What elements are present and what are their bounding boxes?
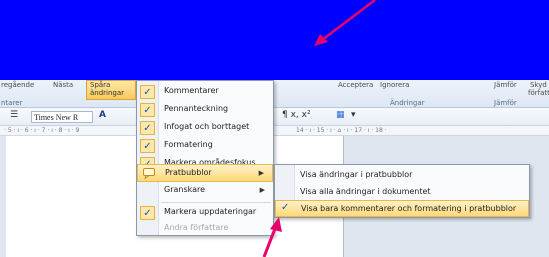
menu-item-label: Pratbubblor [165,168,212,177]
menu-item-kommentarer[interactable]: ✓ Kommentarer [137,83,273,101]
menu-item-label: Formatering [164,140,213,149]
submenu-item-show-all-inline[interactable]: Visa alla ändringar i dokumentet [275,184,529,201]
paragraph-marks-label[interactable]: ¶ x, x² [282,110,311,120]
track-changes-label-2: ändringar [90,89,125,97]
submenu-arrow-icon: ▶ [258,169,264,177]
submenu-arrow-icon: ▶ [259,186,265,194]
track-changes-label-1: Spåra [90,81,111,89]
check-icon: ✓ [140,121,155,135]
menu-item-label: Granskare [164,185,206,194]
protect-button[interactable]: Skyd [530,81,547,89]
reject-button[interactable]: Ignorera [380,81,409,89]
track-changes-button[interactable]: Spåra ändringar [86,80,136,100]
ruler-ticks-right: 14 · ı · 15 · ı · ⌂ · ı · 17 · ı · 18 · [296,127,387,134]
check-icon: ✓ [281,202,290,213]
accept-button[interactable]: Acceptera [338,81,373,89]
menu-item-formatering[interactable]: ✓ Formatering [137,137,273,155]
menu-item-pennanteckning[interactable]: ✓ Pennanteckning [137,101,273,119]
blue-overlay-band [0,0,549,80]
menu-item-label: Kommentarer [164,86,219,95]
toolbar-dropdown-icon[interactable]: ▾ [351,110,356,120]
protect-author-label: författ [528,89,549,97]
balloon-icon [143,168,155,179]
track-changes-menu: ✓ Kommentarer ✓ Pennanteckning ✓ Infogat… [136,80,274,236]
submenu-item-label: Visa bara kommentarer och formatering i … [301,204,517,213]
styles-icon[interactable]: ▦ [336,110,345,120]
font-color-icon[interactable]: A [99,110,106,120]
ruler [0,126,549,136]
menu-separator [161,202,271,203]
submenu-item-show-revisions-in-balloons[interactable]: Visa ändringar i pratbubblor [275,167,529,184]
menu-item-label: Andra författare [164,223,229,232]
previous-label[interactable]: regående [1,81,34,89]
menu-item-andra-forfattare: Andra författare [137,220,273,238]
menu-item-label: Infogat och borttaget [164,122,250,131]
submenu-item-comments-formatting-only[interactable]: ✓ Visa bara kommentarer och formatering … [275,200,529,217]
compare-button[interactable]: Jämför [494,81,517,89]
check-icon: ✓ [140,103,155,117]
check-icon: ✓ [140,206,155,220]
check-icon: ✓ [140,85,155,99]
ruler-ticks-left: · 5 · ı · 6 · ı · 7 · ı · 8 · ı · 9 [4,127,80,134]
menu-item-pratbubblor[interactable]: Pratbubblor ▶ [137,164,273,182]
menu-item-granskare[interactable]: Granskare ▶ [137,182,273,200]
comments-group-label: ntarer [1,99,23,107]
next-label[interactable]: Nästa [53,81,73,89]
menu-item-label: Markera uppdateringar [164,207,257,216]
font-name-box[interactable]: Times New R [31,111,93,123]
changes-group-label: Ändringar [390,99,425,107]
menu-item-infogat[interactable]: ✓ Infogat och borttaget [137,119,273,137]
balloons-submenu: Visa ändringar i pratbubblor Visa alla ä… [274,164,530,218]
list-icon[interactable]: ☰ [10,110,18,120]
submenu-item-label: Visa ändringar i pratbubblor [300,170,413,179]
menu-item-label: Pennanteckning [164,104,229,113]
check-icon: ✓ [140,139,155,153]
compare-group-label: Jämför [494,99,517,107]
submenu-item-label: Visa alla ändringar i dokumentet [300,187,431,196]
review-ribbon [0,80,549,108]
